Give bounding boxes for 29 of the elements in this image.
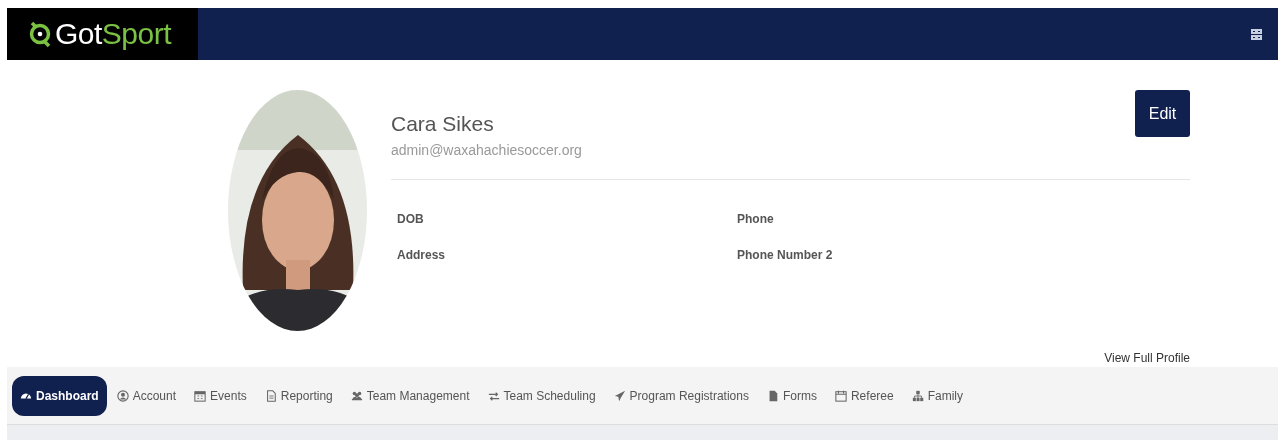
logo-text[interactable]: GotSport (55, 19, 172, 49)
nav-tab[interactable]: Dashboard (12, 375, 107, 416)
field-label: Phone Number 2 (737, 247, 833, 265)
profile-email: admin@waxahachiesoccer.org (391, 141, 582, 161)
menu-icon[interactable] (1251, 28, 1262, 40)
nav-tab[interactable]: Reporting (256, 375, 341, 416)
field-label: DOB (397, 211, 424, 229)
field-label: Address (397, 247, 446, 265)
hierarchy-icon (911, 389, 924, 402)
edit-button[interactable]: Edit (1135, 90, 1190, 137)
logo-icon (27, 20, 53, 48)
nav-tab[interactable]: Team Scheduling (479, 375, 604, 416)
calendar-icon (834, 389, 847, 402)
user-icon (116, 389, 129, 402)
view-full-profile-link[interactable]: View Full Profile (1104, 349, 1190, 367)
nav-tab[interactable]: Program Registrations (605, 375, 757, 416)
users-icon (350, 389, 363, 402)
nav-tab[interactable]: Team Management (342, 375, 478, 416)
nav-tab[interactable]: Events (186, 375, 255, 416)
nav-tab[interactable]: Referee (826, 375, 902, 416)
profile-name: Cara Sikes (391, 111, 495, 137)
nav-tab[interactable]: Forms (758, 375, 825, 416)
swap-arrows-icon (487, 389, 500, 402)
paper-plane-icon (613, 389, 626, 402)
calendar-icon (194, 389, 207, 402)
document-icon (264, 389, 277, 402)
field-label: Phone (737, 211, 774, 229)
nav-tab[interactable]: Account (108, 375, 185, 416)
nav-tab[interactable]: Family (903, 375, 971, 416)
